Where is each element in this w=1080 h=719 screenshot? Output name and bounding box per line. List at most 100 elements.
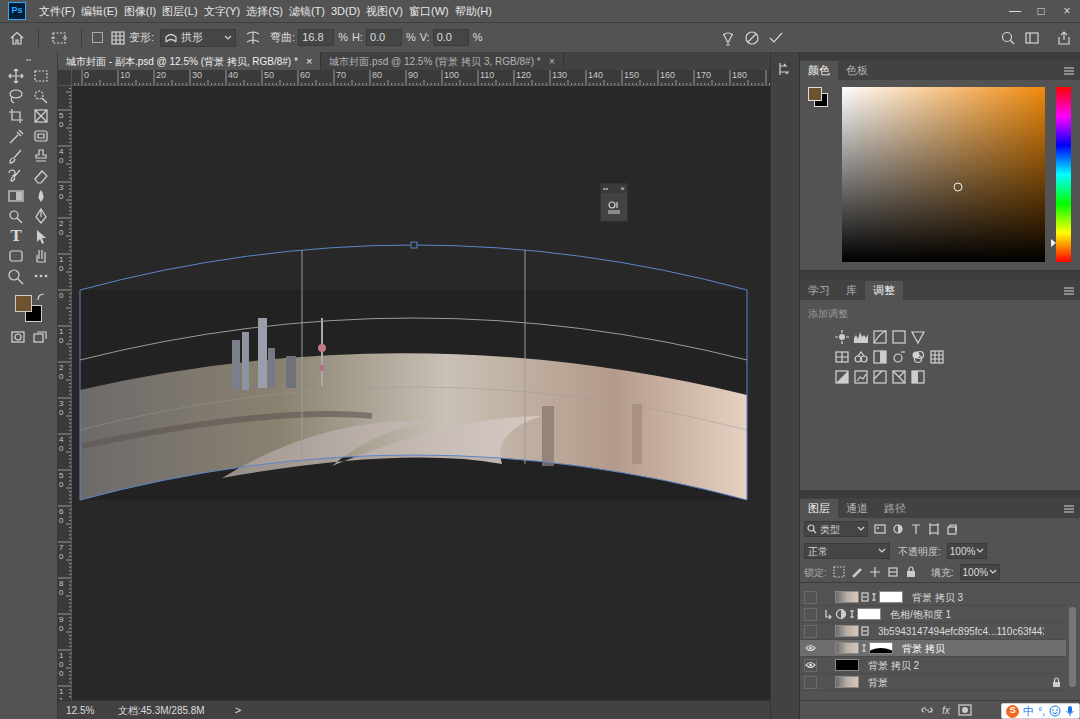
layer-name[interactable]: 背景 拷贝 bbox=[902, 641, 945, 656]
canvas[interactable]: ••× bbox=[72, 86, 770, 700]
eye-icon[interactable] bbox=[805, 644, 816, 652]
color-picker-marker[interactable] bbox=[953, 182, 962, 191]
panel-menu-icon[interactable] bbox=[1062, 62, 1076, 80]
panel-menu-icon[interactable] bbox=[1062, 282, 1076, 300]
tool-button[interactable]: T bbox=[6, 226, 26, 245]
color-panel-swatches[interactable] bbox=[808, 87, 832, 111]
adjustment-icon[interactable] bbox=[834, 329, 850, 345]
adjustment-icon[interactable] bbox=[834, 369, 850, 385]
zoom-level[interactable]: 12.5% bbox=[66, 703, 118, 718]
panel-tab[interactable]: 图层 bbox=[800, 499, 838, 518]
panel-tab[interactable]: 颜色 bbox=[800, 61, 838, 80]
chain-icon[interactable] bbox=[871, 592, 877, 602]
adjustment-icon[interactable] bbox=[910, 369, 926, 385]
chevron-down-icon[interactable] bbox=[878, 548, 886, 554]
bend-input[interactable]: 16.8 bbox=[298, 29, 334, 46]
document-tab[interactable]: 城市封面.psd @ 12.5% (背景 拷贝 3, RGB/8#) *× bbox=[321, 52, 564, 70]
home-button[interactable] bbox=[0, 30, 34, 46]
panel-tab[interactable]: 调整 bbox=[865, 281, 903, 300]
clip-arrow-icon[interactable] bbox=[824, 609, 832, 619]
panel-tab[interactable]: 路径 bbox=[876, 499, 914, 518]
opacity-input[interactable]: 100% bbox=[947, 543, 987, 559]
tool-button[interactable] bbox=[6, 186, 26, 205]
history-panel-icon[interactable] bbox=[776, 60, 794, 78]
adjustment-icon[interactable] bbox=[929, 349, 945, 365]
layer-name[interactable]: 色相/饱和度 1 bbox=[890, 607, 951, 622]
close-tab-button[interactable]: × bbox=[306, 53, 312, 70]
ime-punctuation[interactable]: °, bbox=[1038, 704, 1045, 719]
commit-icon[interactable] bbox=[767, 29, 785, 47]
menu-item[interactable]: 帮助(H) bbox=[452, 3, 495, 20]
adjustment-icon[interactable] bbox=[891, 329, 907, 345]
warp-orientation-icon[interactable] bbox=[244, 30, 262, 46]
tool-button[interactable] bbox=[31, 66, 51, 85]
reference-checkbox[interactable] bbox=[92, 32, 103, 43]
tool-button[interactable] bbox=[6, 106, 26, 125]
tool-button[interactable] bbox=[31, 106, 51, 125]
status-menu-arrow[interactable]: > bbox=[235, 702, 241, 719]
lock-option-icon[interactable] bbox=[833, 566, 845, 578]
puppet-warp-icon[interactable] bbox=[719, 29, 737, 47]
menu-item[interactable]: 视图(V) bbox=[363, 3, 406, 20]
foreground-swatch[interactable] bbox=[808, 87, 822, 101]
chain-icon[interactable] bbox=[849, 609, 855, 619]
layer-row[interactable]: 背景 拷贝 2 bbox=[800, 657, 1066, 674]
adjustment-icon[interactable] bbox=[872, 349, 888, 365]
adjustment-icon[interactable] bbox=[910, 349, 926, 365]
tool-button[interactable] bbox=[31, 266, 51, 285]
lock-option-icon[interactable] bbox=[905, 566, 917, 578]
chevron-down-icon[interactable] bbox=[857, 526, 865, 532]
tool-button[interactable] bbox=[31, 206, 51, 225]
window-control[interactable]: — bbox=[1002, 2, 1028, 20]
layer-list-scrollbar[interactable] bbox=[1069, 607, 1076, 687]
tool-button[interactable] bbox=[31, 166, 51, 185]
layer-row[interactable]: 背景 拷贝 bbox=[800, 640, 1066, 657]
layer-filter-icon[interactable] bbox=[946, 523, 958, 535]
menu-item[interactable]: 编辑(E) bbox=[78, 3, 121, 20]
layer-style-button[interactable]: fx bbox=[942, 703, 950, 718]
layer-row[interactable]: 3b5943147494efc895fc4...110c63f442b00-SB… bbox=[800, 623, 1066, 640]
v-input[interactable]: 0.0 bbox=[433, 29, 469, 46]
visibility-toggle[interactable] bbox=[804, 625, 817, 638]
swap-colors-icon[interactable] bbox=[37, 293, 45, 301]
panel-tab[interactable]: 色板 bbox=[838, 61, 876, 80]
layer-name[interactable]: 3b5943147494efc895fc4...110c63f442b00-SB… bbox=[878, 624, 1044, 639]
panel-tab[interactable]: 通道 bbox=[838, 499, 876, 518]
tool-button[interactable] bbox=[31, 126, 51, 145]
document-tab[interactable]: 城市封面 - 副本.psd @ 12.5% (背景 拷贝, RGB/8#) *× bbox=[58, 52, 321, 70]
chevron-down-icon[interactable] bbox=[224, 35, 232, 41]
fill-input[interactable]: 100% bbox=[960, 564, 1000, 580]
floating-panel-close[interactable]: × bbox=[620, 185, 625, 193]
floating-panel[interactable]: ••× bbox=[600, 183, 628, 222]
menu-item[interactable]: 文字(Y) bbox=[201, 3, 244, 20]
color-swatches[interactable] bbox=[9, 291, 49, 325]
workspace-icon[interactable] bbox=[1024, 30, 1040, 46]
lock-option-icon[interactable] bbox=[851, 566, 863, 578]
adjustment-icon[interactable] bbox=[853, 369, 869, 385]
search-icon[interactable] bbox=[1000, 30, 1016, 46]
screen-mode-icon[interactable] bbox=[33, 331, 47, 343]
arch-icon[interactable] bbox=[164, 32, 178, 44]
visibility-toggle[interactable] bbox=[804, 659, 817, 672]
panel-tab[interactable]: 学习 bbox=[800, 281, 838, 300]
tool-button[interactable] bbox=[31, 146, 51, 165]
close-tab-button[interactable]: × bbox=[549, 53, 555, 70]
tool-button[interactable] bbox=[6, 266, 26, 285]
adjustment-icon[interactable] bbox=[872, 369, 888, 385]
tool-button[interactable] bbox=[6, 86, 26, 105]
hue-slider[interactable] bbox=[1056, 87, 1071, 262]
visibility-toggle[interactable] bbox=[804, 608, 817, 621]
tool-button[interactable] bbox=[6, 126, 26, 145]
menu-item[interactable]: 选择(S) bbox=[243, 3, 286, 20]
hue-saturation-icon[interactable] bbox=[835, 608, 847, 620]
warp-split-icon[interactable] bbox=[606, 199, 622, 215]
layer-filter-icon[interactable] bbox=[874, 523, 886, 535]
adjustment-icon[interactable] bbox=[872, 329, 888, 345]
layer-name[interactable]: 背景 bbox=[868, 675, 888, 690]
layer-filter-icon[interactable] bbox=[910, 523, 922, 535]
adjustment-icon[interactable] bbox=[853, 349, 869, 365]
tool-button[interactable] bbox=[31, 226, 51, 245]
eye-icon[interactable] bbox=[805, 661, 816, 669]
quick-mask-icon[interactable] bbox=[11, 331, 25, 343]
chevron-down-icon[interactable] bbox=[989, 569, 997, 575]
